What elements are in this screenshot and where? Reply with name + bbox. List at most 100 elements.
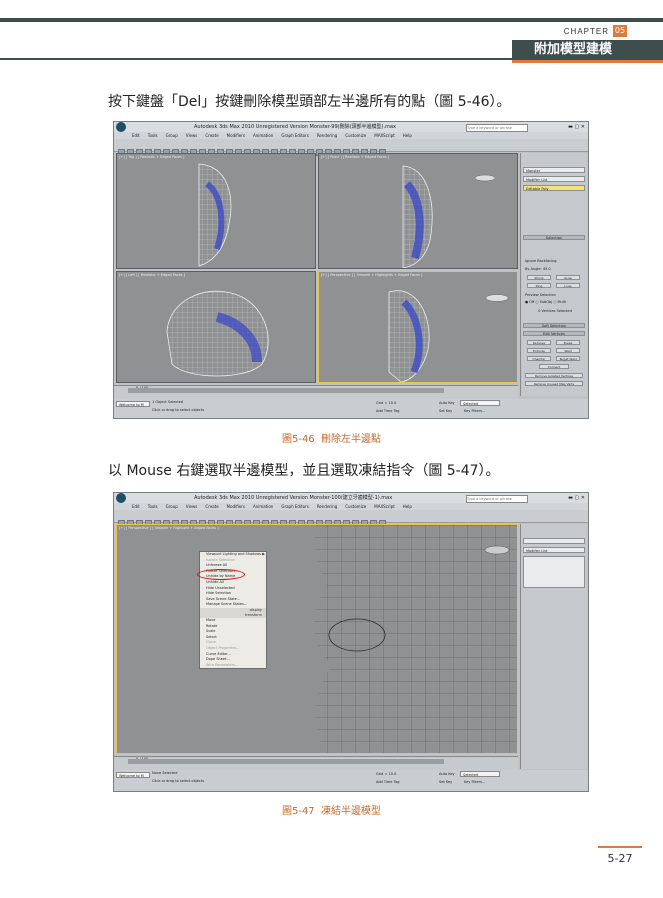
viewport-top[interactable]: [+] [ Top ] [ Realistic + Edged Faces ] bbox=[116, 153, 316, 269]
window-title: Autodesk 3ds Max 2010 Unregistered Versi… bbox=[194, 495, 393, 501]
auto-key-button[interactable]: Auto Key bbox=[439, 772, 455, 776]
modifier-stack[interactable] bbox=[523, 556, 585, 588]
menu-item-tools[interactable]: Tools bbox=[148, 504, 158, 509]
by-angle-field[interactable]: By Angle: 45.0 bbox=[523, 266, 585, 272]
preview-options[interactable]: ● Off ○ SubObj ○ Multi bbox=[523, 299, 585, 305]
menu-item-graph-editors[interactable]: Graph Editors bbox=[281, 504, 308, 509]
menu-item-animation[interactable]: Animation bbox=[253, 133, 273, 138]
app-logo-icon bbox=[116, 122, 126, 132]
caption-text: 刪除左半邊點 bbox=[321, 434, 382, 445]
menu-item-group[interactable]: Group bbox=[166, 504, 178, 509]
objects-selected-text: 1 Object Selected bbox=[152, 400, 184, 404]
welcome-field[interactable]: Welcome to M bbox=[116, 772, 150, 778]
toolbar-icons[interactable] bbox=[118, 512, 388, 527]
key-filters-button[interactable]: Key Filters... bbox=[464, 780, 485, 784]
edit-vertices-rollout[interactable]: Edit Vertices bbox=[523, 331, 585, 336]
viewport-label: [+] [ Top ] [ Realistic + Edged Faces ] bbox=[119, 155, 185, 159]
menu-item-help[interactable]: Help bbox=[403, 133, 412, 138]
menu-item-edit[interactable]: Edit bbox=[132, 504, 140, 509]
auto-key-button[interactable]: Auto Key bbox=[439, 401, 455, 405]
add-time-tag-button[interactable]: Add Time Tag bbox=[376, 780, 400, 784]
track-bar[interactable] bbox=[128, 388, 444, 393]
menu-item-animation[interactable]: Animation bbox=[253, 504, 273, 509]
menu-item-modifiers[interactable]: Modifiers bbox=[227, 133, 245, 138]
loop-button[interactable]: Loop bbox=[556, 283, 580, 288]
menu-item-create[interactable]: Create bbox=[205, 504, 218, 509]
window-controls-icon[interactable]: ▬ ▢ ✕ bbox=[568, 493, 585, 503]
target-weld-button[interactable]: Target Weld bbox=[556, 356, 580, 361]
add-time-tag-button[interactable]: Add Time Tag bbox=[376, 409, 400, 413]
title-accent bbox=[512, 60, 663, 63]
track-bar[interactable] bbox=[128, 759, 444, 764]
menu-item-rendering[interactable]: Rendering bbox=[317, 504, 337, 509]
context-menu-item[interactable]: Wire Parameters... bbox=[200, 663, 266, 669]
menu-item-maxscript[interactable]: MAXScript bbox=[374, 133, 395, 138]
selected-dropdown[interactable]: Selected bbox=[460, 400, 500, 406]
menu-item-customize[interactable]: Customize bbox=[345, 504, 366, 509]
menu-item-customize[interactable]: Customize bbox=[345, 133, 366, 138]
head-mesh-front bbox=[402, 165, 496, 268]
grid-text: Grid = 10.0 bbox=[376, 772, 397, 776]
key-filters-button[interactable]: Key Filters... bbox=[464, 409, 485, 413]
status-bar: Welcome to M 1 Object Selected Click or … bbox=[114, 399, 588, 418]
remove-unused-map-verts-button[interactable]: Remove Unused Map Verts bbox=[525, 381, 583, 386]
menu-item-rendering[interactable]: Rendering bbox=[317, 133, 337, 138]
break-button[interactable]: Break bbox=[556, 340, 580, 345]
object-name-field[interactable] bbox=[523, 538, 585, 544]
timeline[interactable]: 0 / 100 bbox=[114, 756, 518, 771]
selection-rollout[interactable]: Selection bbox=[523, 235, 585, 240]
menu-item-modifiers[interactable]: Modifiers bbox=[227, 504, 245, 509]
set-key-button[interactable]: Set Key bbox=[439, 780, 452, 784]
menu-item-views[interactable]: Views bbox=[186, 133, 198, 138]
viewport-label: [+] [ Front ] [ Realistic + Edged Faces … bbox=[321, 155, 390, 159]
page-number-rule bbox=[598, 846, 642, 848]
menu-item-tools[interactable]: Tools bbox=[148, 133, 158, 138]
menu-item-views[interactable]: Views bbox=[186, 504, 198, 509]
main-toolbar bbox=[114, 510, 588, 527]
menu-item-graph-editors[interactable]: Graph Editors bbox=[281, 133, 308, 138]
grow-button[interactable]: Grow bbox=[556, 275, 580, 280]
context-menu-item[interactable]: Viewport Lighting and Shadows ▶ bbox=[200, 552, 266, 558]
connect-button[interactable]: Connect bbox=[539, 364, 569, 369]
ring-button[interactable]: Ring bbox=[527, 283, 551, 288]
section-title: 附加模型建模 bbox=[512, 40, 663, 60]
menu-item-group[interactable]: Group bbox=[166, 133, 178, 138]
menu-item-create[interactable]: Create bbox=[205, 133, 218, 138]
viewport-perspective[interactable]: [+] [ Perspective ] [ Smooth + Highlight… bbox=[116, 524, 518, 754]
soft-selection-rollout[interactable]: Soft Selection bbox=[523, 323, 585, 328]
viewport-front[interactable]: [+] [ Front ] [ Realistic + Edged Faces … bbox=[318, 153, 518, 269]
remove-button[interactable]: Remove bbox=[527, 340, 551, 345]
viewport-label: [+] [ Perspective ] [ Smooth + Highlight… bbox=[321, 273, 423, 277]
menu-item-maxscript[interactable]: MAXScript bbox=[374, 504, 395, 509]
object-name-field[interactable]: Monster bbox=[523, 167, 585, 173]
menu-item-edit[interactable]: Edit bbox=[132, 133, 140, 138]
figure-5-46-caption: 圖5-46 刪除左半邊點 bbox=[0, 430, 663, 445]
modifier-list-dropdown[interactable]: Modifier List bbox=[523, 547, 585, 553]
search-input[interactable]: Type a keyword or phrase bbox=[466, 495, 528, 503]
shrink-button[interactable]: Shrink bbox=[527, 275, 551, 280]
search-input[interactable]: Type a keyword or phrase bbox=[466, 124, 528, 132]
chapter-label: CHAPTER bbox=[563, 27, 609, 36]
window-controls-icon[interactable]: ▬ ▢ ✕ bbox=[568, 122, 585, 132]
viewport-left[interactable]: [+] [ Left ] [ Realistic + Edged Faces ] bbox=[116, 271, 316, 383]
caption-number: 圖5-46 bbox=[281, 434, 315, 445]
toolbar-icons[interactable] bbox=[118, 141, 388, 156]
remove-isolated-button[interactable]: Remove Isolated Vertices bbox=[525, 373, 583, 378]
app-logo-icon bbox=[116, 493, 126, 503]
viewport-label: [+] [ Left ] [ Realistic + Edged Faces ] bbox=[119, 273, 186, 277]
screenshot-fig-5-47: Autodesk 3ds Max 2010 Unregistered Versi… bbox=[113, 492, 589, 792]
welcome-field[interactable]: Welcome to M bbox=[116, 401, 150, 407]
paragraph-2: 以 Mouse 右鍵選取半邊模型，並且選取凍結指令（圖 5-47）。 bbox=[108, 463, 500, 479]
ignore-backfacing-checkbox[interactable]: Ignore Backfacing bbox=[523, 258, 585, 264]
selected-dropdown[interactable]: Selected bbox=[460, 771, 500, 777]
timeline[interactable]: 0 / 100 bbox=[114, 385, 518, 400]
set-key-button[interactable]: Set Key bbox=[439, 409, 452, 413]
chapter-number: 05 bbox=[613, 25, 627, 37]
viewport-perspective[interactable]: [+] [ Perspective ] [ Smooth + Highlight… bbox=[318, 271, 518, 383]
modifier-list-dropdown[interactable]: Modifier List bbox=[523, 176, 585, 182]
weld-button[interactable]: Weld bbox=[556, 348, 580, 353]
chamfer-button[interactable]: Chamfer bbox=[527, 356, 551, 361]
menu-item-help[interactable]: Help bbox=[403, 504, 412, 509]
extrude-button[interactable]: Extrude bbox=[527, 348, 551, 353]
modifier-stack-item[interactable]: Editable Poly bbox=[523, 185, 585, 191]
